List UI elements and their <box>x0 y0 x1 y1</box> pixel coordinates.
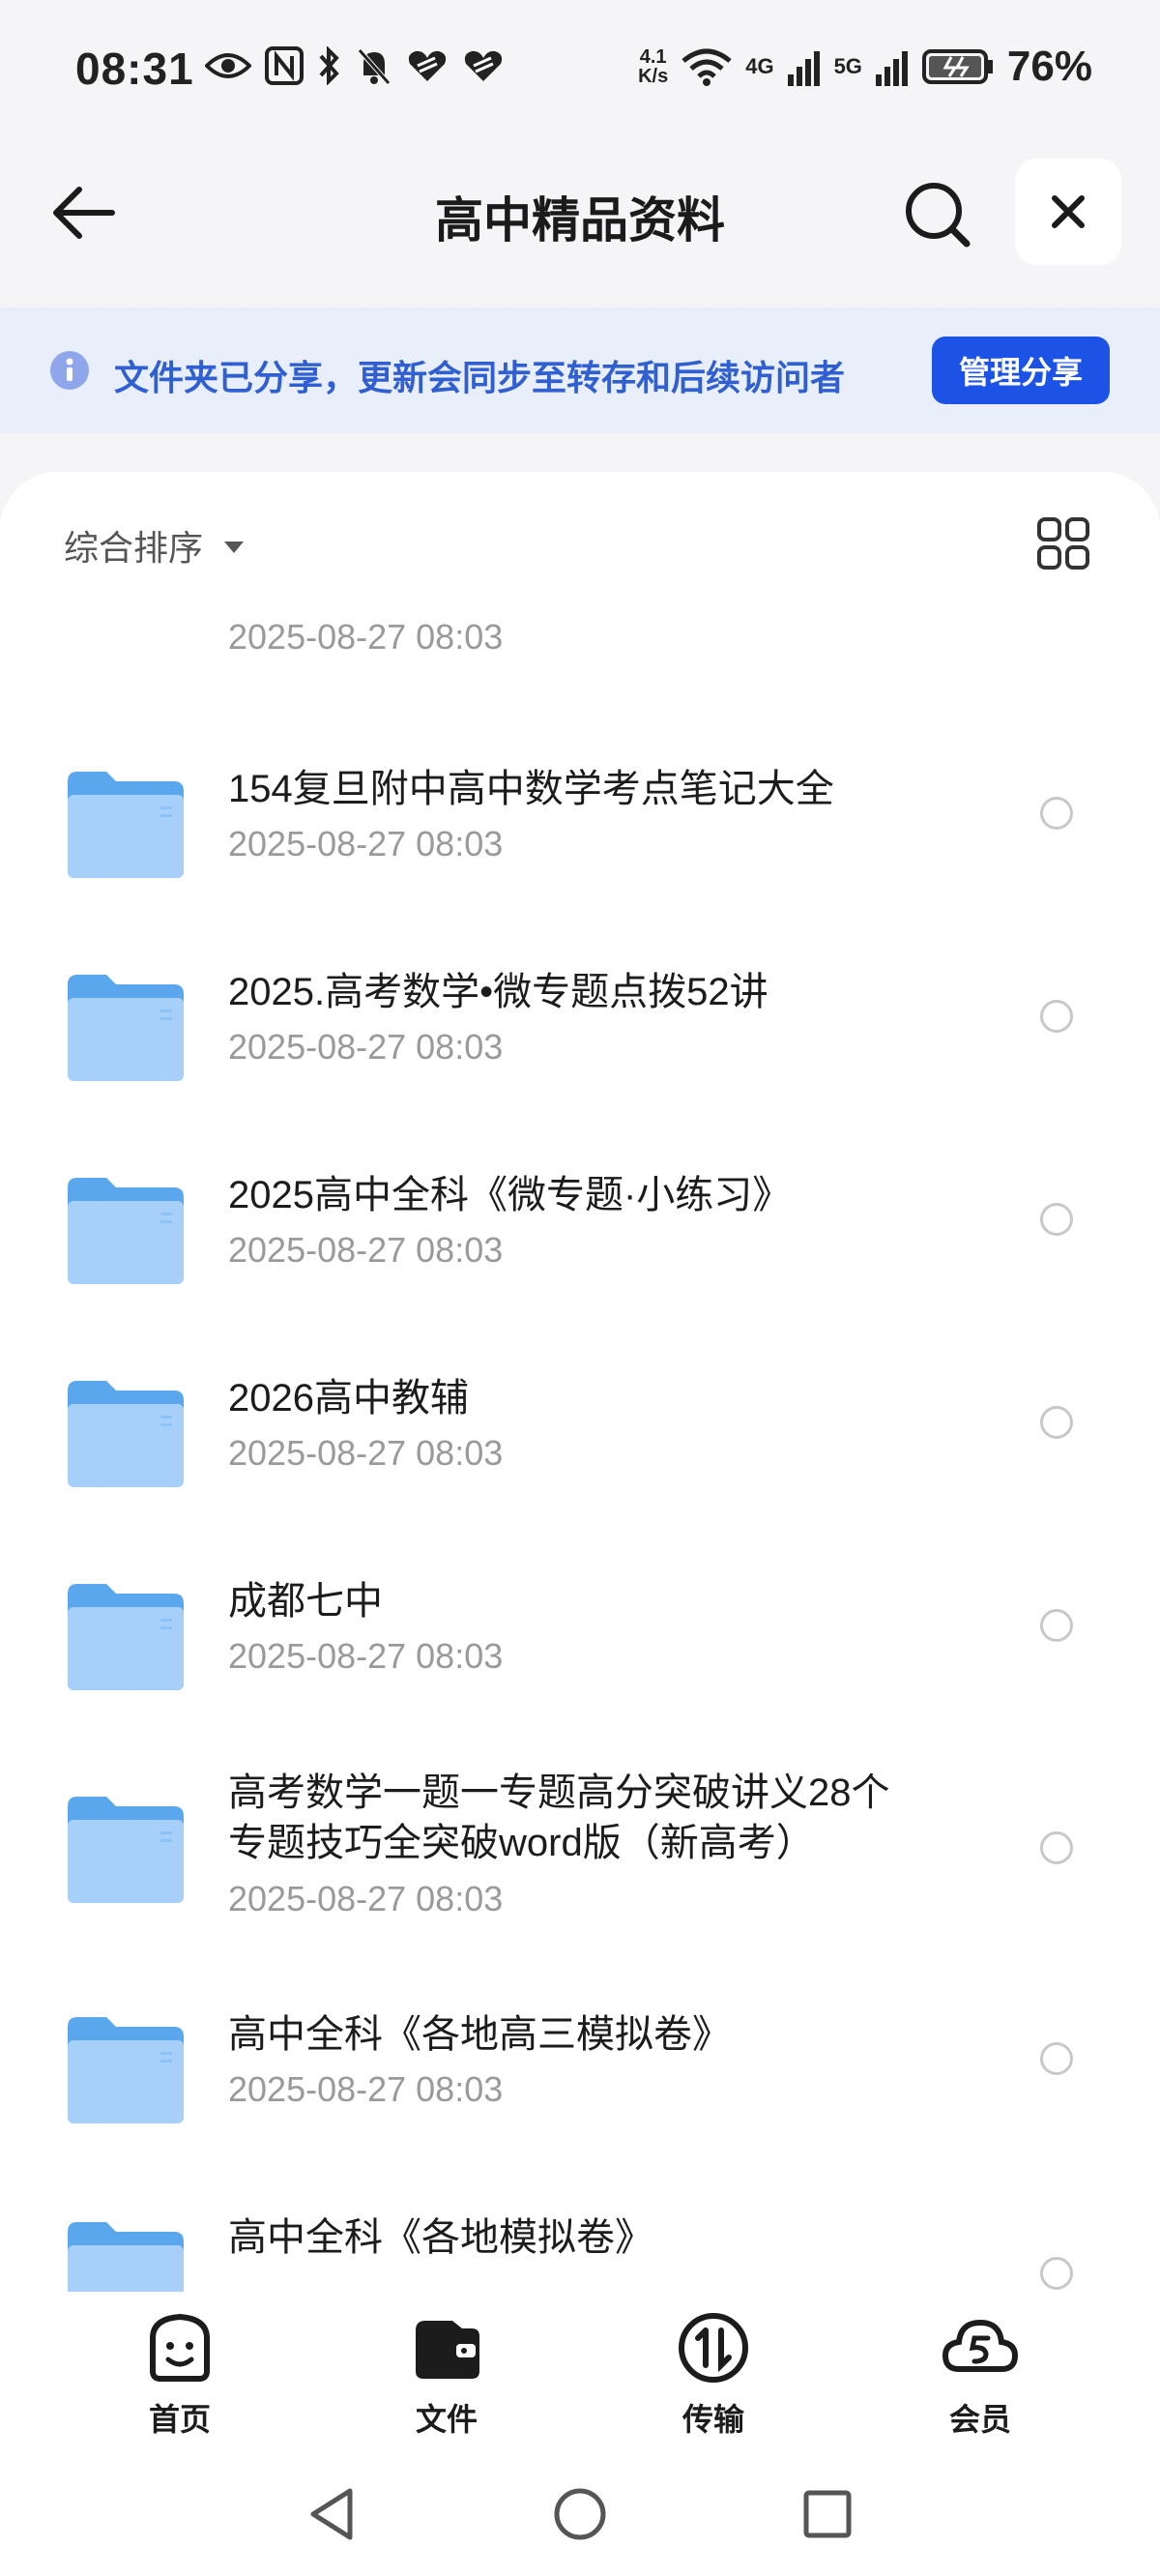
select-radio[interactable] <box>1040 1000 1073 1033</box>
app-header: 高中精品资料 <box>0 155 1160 271</box>
grid-view-icon <box>1037 517 1089 570</box>
eye-icon <box>205 50 251 81</box>
tab-home[interactable]: 首页 <box>102 2309 257 2437</box>
select-radio[interactable] <box>1040 1609 1073 1642</box>
system-nav-bar <box>0 2437 1160 2576</box>
file-date: 2025-08-27 08:03 <box>228 2069 504 2109</box>
signal-4g-label: 4G <box>745 54 774 78</box>
close-button[interactable] <box>1015 159 1121 265</box>
folder-icon <box>68 1584 184 1690</box>
folder-icon <box>68 975 184 1081</box>
select-radio[interactable] <box>1040 2257 1073 2290</box>
triangle-back-icon <box>310 2488 353 2540</box>
select-radio[interactable] <box>1040 2042 1073 2075</box>
share-banner: 文件夹已分享，更新会同步至转存和后续访问者 管理分享 <box>0 307 1160 433</box>
tab-label: 首页 <box>148 2402 211 2437</box>
list-item[interactable]: 成都七中 2025-08-27 08:03 <box>0 1574 1160 1748</box>
battery-icon <box>921 47 994 86</box>
select-radio[interactable] <box>1040 1831 1073 1864</box>
folder-icon <box>68 1381 184 1487</box>
select-radio[interactable] <box>1040 797 1073 830</box>
home-face-icon <box>150 2313 210 2382</box>
file-name: 高中全科《各地高三模拟卷》 <box>228 2013 731 2056</box>
folder-icon <box>68 772 184 878</box>
folder-icon <box>68 1797 184 1903</box>
transfer-icon <box>679 2313 748 2383</box>
signal-5g-icon <box>875 47 909 86</box>
tab-label: 传输 <box>682 2402 744 2437</box>
battery-percent: 76% <box>1006 43 1092 90</box>
sort-dropdown[interactable]: 综合排序 <box>64 520 245 571</box>
mute-bell-icon <box>356 46 392 85</box>
file-name: 154复旦附中高中数学考点笔记大全 <box>228 768 834 810</box>
grid-view-button[interactable] <box>1036 516 1090 571</box>
file-date: 2025-08-27 08:03 <box>228 824 504 864</box>
system-home-button[interactable] <box>551 2485 609 2543</box>
cloud-vip-icon <box>942 2319 1019 2372</box>
select-radio[interactable] <box>1040 1203 1073 1236</box>
sort-label: 综合排序 <box>64 528 204 568</box>
sort-bar: 综合排序 <box>0 472 1160 607</box>
status-bar: 08:31 4.1 K/s 4G 5G 76% <box>0 0 1160 145</box>
share-message: 文件夹已分享，更新会同步至转存和后续访问者 <box>114 358 846 397</box>
bluetooth-icon <box>317 46 342 85</box>
tab-transfer[interactable]: 传输 <box>636 2309 791 2437</box>
file-list: 2025-08-27 08:03 154复旦附中高中数学考点笔记大全 2025-… <box>0 472 1160 2309</box>
folder-icon <box>68 2017 184 2123</box>
file-date: 2025-08-27 08:03 <box>228 1027 504 1067</box>
folder-icon <box>68 1178 184 1284</box>
signal-4g-icon <box>787 47 821 86</box>
wifi-icon <box>682 47 732 86</box>
file-name: 高考数学一题一专题高分突破讲义28个专题技巧全突破word版（新高考） <box>228 1771 890 1864</box>
search-button[interactable] <box>899 176 976 253</box>
list-item[interactable]: 2026高中教辅 2025-08-27 08:03 <box>0 1371 1160 1545</box>
tab-label: 文件 <box>415 2402 478 2437</box>
manage-share-button[interactable]: 管理分享 <box>932 337 1110 404</box>
tab-files[interactable]: 文件 <box>369 2309 524 2437</box>
caret-down-icon <box>224 542 245 553</box>
list-item[interactable]: 2025高中全科《微专题·小练习》 2025-08-27 08:03 <box>0 1168 1160 1342</box>
status-time: 08:31 <box>75 44 194 94</box>
file-date: 2025-08-27 08:03 <box>228 1636 504 1676</box>
close-icon <box>1052 195 1085 228</box>
file-list-card: 2025-08-27 08:03 154复旦附中高中数学考点笔记大全 2025-… <box>0 472 1160 2309</box>
system-back-button[interactable] <box>304 2485 362 2543</box>
file-name: 2026高中教辅 <box>228 1377 469 1420</box>
page-title: 高中精品资料 <box>435 193 725 248</box>
network-speed: 4.1 K/s <box>638 46 669 87</box>
select-radio[interactable] <box>1040 1406 1073 1439</box>
circle-home-icon <box>554 2488 606 2540</box>
square-recents-icon <box>803 2490 852 2538</box>
wallet-folder-icon <box>416 2321 479 2379</box>
system-recents-button[interactable] <box>798 2485 856 2543</box>
file-name: 2025.高考数学•微专题点拨52讲 <box>228 971 768 1013</box>
heart-app-icon-2 <box>462 48 505 83</box>
file-name: 2025高中全科《微专题·小练习》 <box>228 1174 792 1216</box>
list-item[interactable]: 154复旦附中高中数学考点笔记大全 2025-08-27 08:03 <box>0 762 1160 936</box>
list-item[interactable]: 高中全科《各地高三模拟卷》 2025-08-27 08:03 <box>0 2013 1160 2193</box>
heart-app-icon <box>406 48 449 83</box>
info-icon <box>50 351 89 390</box>
file-date: 2025-08-27 08:03 <box>228 1879 504 1918</box>
bottom-nav: 首页 文件 传输 会员 <box>0 2292 1160 2437</box>
file-date: 2025-08-27 08:03 <box>228 1433 504 1473</box>
signal-5g-label: 5G <box>833 54 862 78</box>
file-date: 2025-08-27 08:03 <box>228 1230 504 1270</box>
list-item[interactable]: 2025.高考数学•微专题点拨52讲 2025-08-27 08:03 <box>0 965 1160 1139</box>
search-icon <box>906 183 971 248</box>
file-name: 高中全科《各地模拟卷》 <box>228 2216 653 2259</box>
list-item[interactable]: 高中全科《各地模拟卷》 <box>0 2216 1160 2309</box>
list-item[interactable]: 高考数学一题一专题高分突破讲义28个专题技巧全突破word版（新高考） 2025… <box>0 1771 1160 2000</box>
tab-label: 会员 <box>948 2402 1011 2437</box>
nfc-icon <box>265 46 304 85</box>
file-date: 2025-08-27 08:03 <box>228 617 504 657</box>
tab-vip[interactable]: 会员 <box>903 2309 1058 2437</box>
file-name: 成都七中 <box>228 1580 383 1623</box>
